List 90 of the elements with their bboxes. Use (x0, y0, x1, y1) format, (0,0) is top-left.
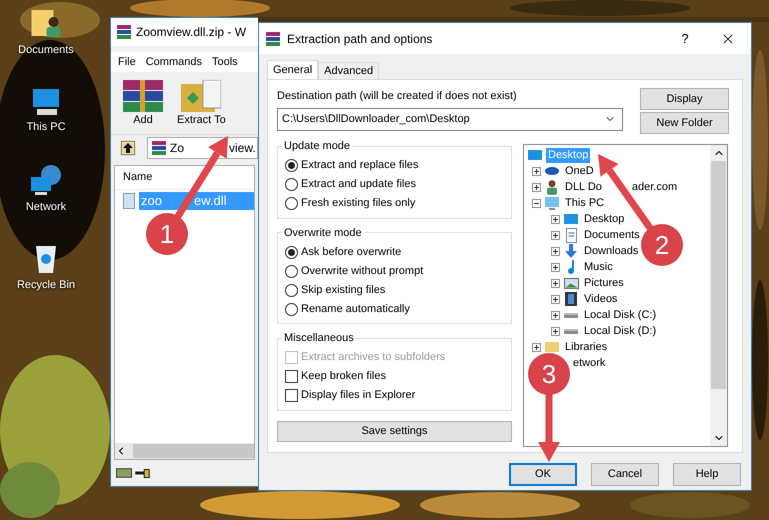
window-title: Zoomview.dll.zip - W (136, 24, 246, 41)
drive-icon (116, 468, 132, 478)
radio-button[interactable] (285, 284, 298, 296)
expand-toggle[interactable] (532, 182, 541, 192)
music-note-icon (568, 260, 574, 274)
option-label[interactable]: Fresh existing files only (301, 195, 416, 212)
expand-toggle[interactable] (551, 262, 560, 272)
tree-item[interactable]: Pictures (582, 276, 626, 290)
books-icon (117, 25, 131, 39)
option-label[interactable]: Extract and update files (301, 176, 416, 193)
expand-toggle[interactable] (532, 342, 541, 352)
document-icon (566, 228, 576, 242)
tree-item-text: ader.com (632, 180, 678, 195)
side-button[interactable]: New Folder (640, 112, 729, 134)
tree-item[interactable]: Local Disk (D:) (582, 324, 658, 338)
tab[interactable]: Advanced (318, 62, 380, 79)
toolbar-button[interactable]: Extract To (177, 80, 226, 128)
radio-button[interactable] (285, 178, 298, 191)
radio-button[interactable] (285, 246, 298, 258)
drive-icon (564, 328, 578, 334)
tree-item[interactable]: Downloads (582, 244, 640, 258)
expand-toggle[interactable] (551, 230, 560, 240)
monitor-icon (545, 196, 559, 210)
dialog-title: Extraction path and options (287, 30, 432, 48)
books-icon (123, 80, 163, 112)
collapse-toggle[interactable] (532, 198, 541, 208)
help-button[interactable]: ? (665, 24, 705, 54)
field-label: Destination path (will be created if does not exist) (277, 89, 518, 104)
expand-toggle[interactable] (551, 246, 560, 256)
expand-toggle[interactable] (532, 166, 541, 176)
expand-toggle[interactable] (551, 310, 560, 320)
checkbox[interactable] (285, 389, 298, 402)
image-icon (564, 278, 578, 288)
menu-item[interactable]: File (118, 54, 136, 70)
radio-button[interactable] (285, 302, 298, 316)
expand-toggle[interactable] (551, 214, 560, 224)
drive-icon (564, 312, 578, 318)
tree-item[interactable]: Libraries (563, 340, 610, 354)
horizontal-scrollbar[interactable] (115, 443, 254, 459)
menu-item[interactable]: Tools (212, 54, 238, 70)
monitor-icon (528, 150, 542, 160)
option-label[interactable]: Rename automatically (301, 300, 410, 318)
option-label[interactable]: Ask before overwrite (301, 244, 402, 260)
column-header[interactable]: Name (123, 169, 152, 186)
option-label[interactable]: Skip existing files (301, 282, 386, 298)
file-icon (123, 193, 135, 209)
tree-item[interactable]: Desktop (582, 212, 626, 226)
key-icon (135, 468, 150, 478)
tree-item[interactable]: This PC (563, 196, 606, 210)
option-label[interactable]: Overwrite without prompt (301, 262, 424, 280)
books-icon (266, 32, 280, 46)
expand-toggle[interactable] (551, 326, 560, 336)
option-label[interactable]: Extract and replace files (301, 157, 418, 174)
save-settings-button[interactable]: Save settings (277, 420, 512, 442)
expand-toggle[interactable] (551, 278, 560, 288)
tree-item[interactable]: Videos (582, 292, 620, 306)
radio-button[interactable] (285, 264, 298, 278)
group-title: Update mode (283, 139, 352, 154)
menu-item[interactable]: Commands (146, 54, 202, 70)
toolbar-button[interactable]: Add (123, 80, 163, 128)
up-arrow-icon (121, 141, 135, 155)
dialog-button[interactable]: Help (673, 463, 741, 486)
tab[interactable]: General (267, 60, 318, 79)
tree-item[interactable]: OneD (563, 164, 596, 178)
download-icon (565, 244, 577, 258)
group-title: Miscellaneous (283, 331, 355, 346)
dialog-button[interactable]: Cancel (591, 463, 659, 486)
side-button[interactable]: Display (640, 88, 729, 110)
folder-icon (181, 80, 222, 112)
film-icon (565, 292, 577, 306)
tree-item[interactable]: Local Disk (C:) (582, 308, 658, 322)
monitor-icon (564, 214, 578, 224)
tree-item[interactable]: etwork (571, 356, 608, 370)
checkbox[interactable] (285, 370, 298, 383)
option-label[interactable]: Display files in Explorer (301, 387, 416, 404)
vertical-scrollbar[interactable] (710, 145, 727, 446)
expand-toggle[interactable] (551, 294, 560, 304)
cloud-icon (545, 167, 559, 175)
option-label[interactable]: Keep broken files (301, 368, 386, 385)
tree-item[interactable]: DLL Do (563, 180, 604, 194)
folder-icon (545, 342, 559, 352)
dialog-button[interactable]: OK (509, 463, 577, 486)
destination-path-field[interactable]: C:\Users\DllDownloader_com\Desktop (277, 108, 623, 130)
group-title: Overwrite mode (283, 226, 363, 240)
radio-button[interactable] (285, 197, 298, 210)
tree-item[interactable]: Documents (582, 228, 642, 242)
radio-button[interactable] (285, 159, 298, 172)
tree-item[interactable]: Music (582, 260, 615, 274)
archive-icon (152, 141, 166, 155)
user-icon (547, 180, 557, 194)
